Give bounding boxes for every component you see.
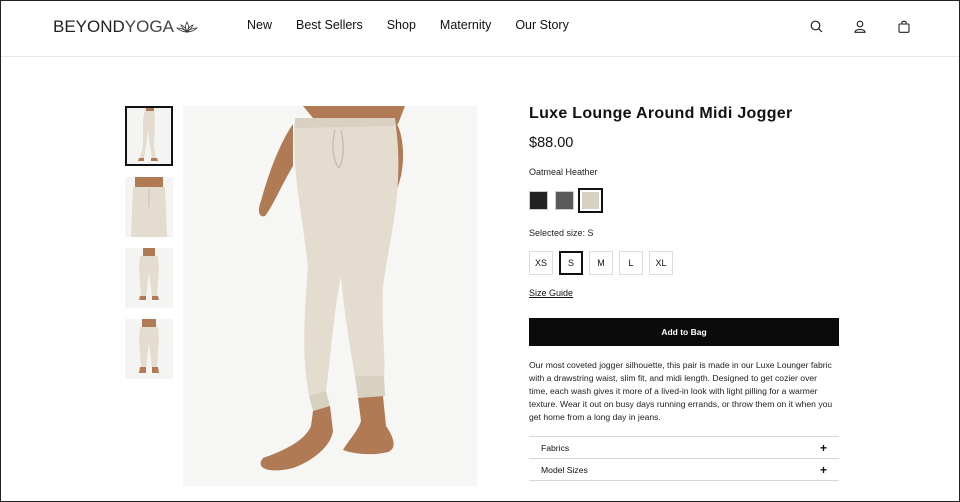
logo-main: BEYOND (53, 17, 125, 36)
accordion-label: Model Sizes (541, 464, 588, 475)
thumbnail-4[interactable] (125, 319, 173, 379)
header-icons (807, 17, 913, 35)
search-icon[interactable] (807, 17, 825, 35)
thumbnail-2[interactable] (125, 177, 173, 237)
size-l[interactable]: L (619, 251, 643, 275)
thumbnail-3[interactable] (125, 248, 173, 308)
swatch-black[interactable] (529, 191, 548, 210)
nav-shop[interactable]: Shop (387, 18, 416, 32)
nav-maternity[interactable]: Maternity (440, 18, 491, 32)
main-nav: New Best Sellers Shop Maternity Our Stor… (247, 18, 593, 32)
nav-new[interactable]: New (247, 18, 272, 32)
size-xl[interactable]: XL (649, 251, 673, 275)
accordion-fabrics[interactable]: Fabrics + (529, 437, 839, 459)
logo[interactable]: BEYONDYOGA (53, 16, 198, 38)
logo-sub: YOGA (124, 17, 174, 36)
thumbnail-gallery (125, 106, 173, 390)
size-s[interactable]: S (559, 251, 583, 275)
product-accordion: Fabrics + Model Sizes + (529, 436, 839, 481)
nav-best-sellers[interactable]: Best Sellers (296, 18, 363, 32)
plus-icon: + (819, 440, 827, 455)
accordion-label: Fabrics (541, 442, 570, 453)
nav-our-story[interactable]: Our Story (515, 18, 569, 32)
product-main-image[interactable] (183, 106, 477, 486)
swatch-oatmeal[interactable] (578, 188, 603, 213)
color-swatches (529, 188, 841, 213)
size-m[interactable]: M (589, 251, 613, 275)
product-price: $88.00 (529, 135, 574, 151)
accordion-model-sizes[interactable]: Model Sizes + (529, 459, 839, 481)
product-description: Our most coveted jogger silhouette, this… (529, 360, 833, 422)
size-xs[interactable]: XS (529, 251, 553, 275)
selected-size-label: Selected size: S (529, 228, 594, 238)
plus-icon: + (819, 462, 827, 477)
swatch-charcoal[interactable] (555, 191, 574, 210)
lotus-icon (175, 21, 198, 33)
thumbnail-1[interactable] (125, 106, 173, 166)
color-name: Oatmeal Heather (529, 167, 598, 177)
site-header: BEYONDYOGA New Best Sellers Shop Materni… (1, 1, 959, 57)
product-title: Luxe Lounge Around Midi Jogger (529, 105, 793, 122)
add-to-bag-button[interactable]: Add to Bag (529, 318, 839, 346)
size-guide-link[interactable]: Size Guide (529, 288, 573, 298)
bag-icon[interactable] (895, 17, 913, 35)
product-info: Luxe Lounge Around Midi Jogger $88.00 Oa… (529, 105, 841, 481)
size-options: XS S M L XL (529, 251, 841, 275)
account-icon[interactable] (851, 17, 869, 35)
